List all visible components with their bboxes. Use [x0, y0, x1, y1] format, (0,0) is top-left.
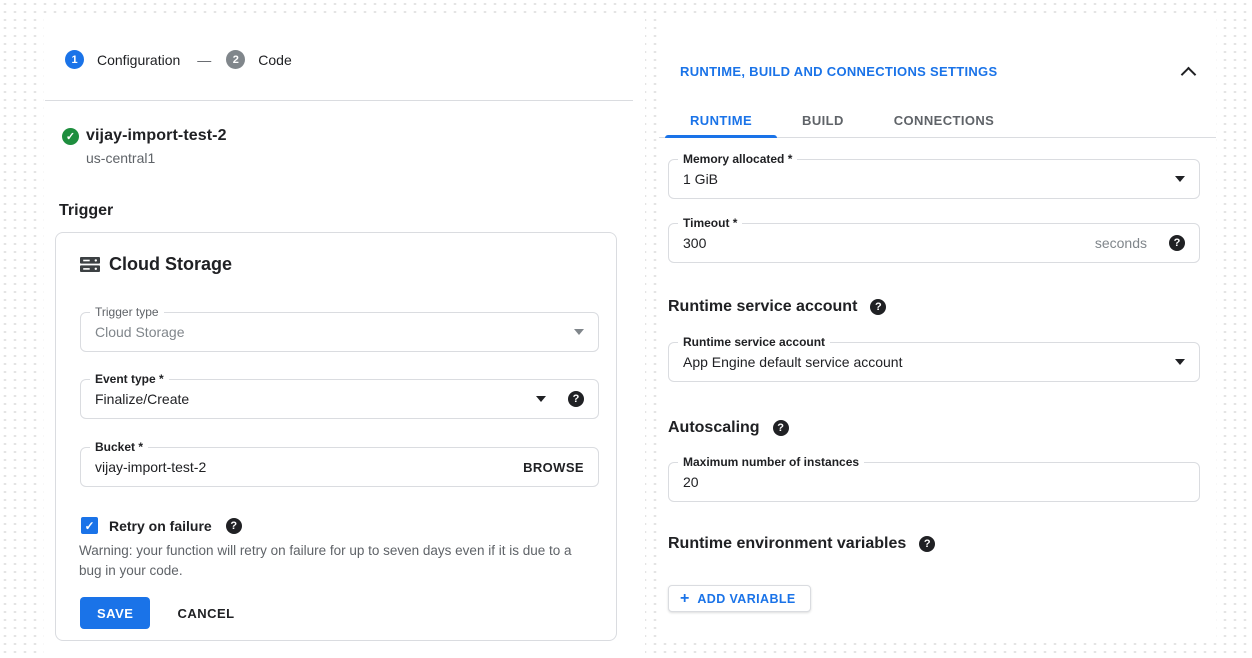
env-vars-heading: Runtime environment variables — [668, 535, 906, 553]
save-button[interactable]: SAVE — [80, 597, 150, 629]
trigger-type-select[interactable]: Trigger type Cloud Storage — [80, 312, 599, 352]
bucket-value: vijay-import-test-2 — [95, 459, 523, 475]
max-instances-input[interactable]: Maximum number of instances 20 — [668, 462, 1200, 502]
retry-label: Retry on failure — [109, 518, 212, 534]
timeout-help-icon[interactable]: ? — [1169, 235, 1185, 251]
runtime-settings-panel: RUNTIME, BUILD AND CONNECTIONS SETTINGS … — [659, 13, 1216, 640]
function-identity: ✓ vijay-import-test-2 — [62, 127, 227, 145]
stepper-step-configuration[interactable]: 1 Configuration — [65, 50, 180, 69]
chevron-up-icon[interactable] — [1181, 67, 1197, 83]
stepper-separator: — — [197, 52, 211, 68]
step-2-label: Code — [258, 52, 291, 68]
bucket-input[interactable]: Bucket * vijay-import-test-2 BROWSE — [80, 447, 599, 487]
settings-tabs: RUNTIME BUILD CONNECTIONS — [659, 105, 1216, 138]
env-vars-section: Runtime environment variables ? — [668, 535, 935, 553]
retry-warning-text: Warning: your function will retry on fai… — [79, 541, 591, 581]
runtime-service-account-section: Runtime service account ? — [668, 298, 886, 316]
runtime-service-account-value: App Engine default service account — [683, 354, 1165, 370]
add-variable-label: ADD VARIABLE — [697, 592, 795, 606]
runtime-service-account-select[interactable]: Runtime service account App Engine defau… — [668, 342, 1200, 382]
runtime-service-account-heading: Runtime service account — [668, 298, 857, 316]
browse-button[interactable]: BROWSE — [523, 460, 584, 475]
max-instances-value: 20 — [683, 474, 1185, 490]
trigger-card-title: Cloud Storage — [80, 254, 232, 275]
tab-connections[interactable]: CONNECTIONS — [869, 105, 1019, 137]
success-check-icon: ✓ — [62, 128, 79, 145]
cloud-storage-icon — [80, 256, 100, 273]
timeout-suffix: seconds — [1095, 235, 1147, 251]
retry-on-failure-row: ✓ Retry on failure ? — [81, 517, 242, 534]
dropdown-caret-icon — [574, 329, 584, 335]
trigger-section-title: Trigger — [59, 202, 113, 220]
step-1-label: Configuration — [97, 52, 180, 68]
retry-checkbox[interactable]: ✓ — [81, 517, 98, 534]
plus-icon: + — [680, 591, 689, 607]
autoscaling-help-icon[interactable]: ? — [773, 420, 789, 436]
env-vars-help-icon[interactable]: ? — [919, 536, 935, 552]
event-type-label: Event type * — [90, 372, 169, 386]
trigger-card: Cloud Storage Trigger type Cloud Storage… — [55, 232, 617, 641]
settings-expander-header[interactable]: RUNTIME, BUILD AND CONNECTIONS SETTINGS — [680, 64, 997, 79]
step-2-circle: 2 — [226, 50, 245, 69]
trigger-type-label: Trigger type — [90, 305, 164, 319]
event-type-value: Finalize/Create — [95, 391, 526, 407]
dropdown-caret-icon — [536, 396, 546, 402]
function-name: vijay-import-test-2 — [86, 127, 227, 145]
event-type-select[interactable]: Event type * Finalize/Create ? — [80, 379, 599, 419]
step-1-circle: 1 — [65, 50, 84, 69]
tab-build[interactable]: BUILD — [777, 105, 869, 137]
cancel-button[interactable]: CANCEL — [177, 606, 234, 621]
timeout-value: 300 — [683, 235, 1085, 251]
function-config-panel: 1 Configuration — 2 Code ✓ vijay-import-… — [44, 13, 645, 658]
page-canvas: 1 Configuration — 2 Code ✓ vijay-import-… — [0, 0, 1252, 658]
dropdown-caret-icon — [1175, 359, 1185, 365]
timeout-label: Timeout * — [678, 216, 742, 230]
add-variable-button[interactable]: + ADD VARIABLE — [668, 585, 811, 612]
stepper-step-code[interactable]: 2 Code — [226, 50, 291, 69]
autoscaling-heading: Autoscaling — [668, 419, 760, 437]
bucket-label: Bucket * — [90, 440, 148, 454]
stepper: 1 Configuration — 2 Code — [65, 50, 292, 69]
stepper-divider — [45, 100, 633, 101]
trigger-type-value: Cloud Storage — [95, 324, 564, 340]
tab-runtime[interactable]: RUNTIME — [665, 105, 777, 137]
trigger-card-title-text: Cloud Storage — [109, 254, 232, 275]
max-instances-label: Maximum number of instances — [678, 455, 864, 469]
timeout-input[interactable]: Timeout * 300 seconds ? — [668, 223, 1200, 263]
runtime-service-account-help-icon[interactable]: ? — [870, 299, 886, 315]
form-actions: SAVE CANCEL — [80, 597, 235, 629]
retry-help-icon[interactable]: ? — [226, 518, 242, 534]
event-type-help-icon[interactable]: ? — [568, 391, 584, 407]
memory-allocated-value: 1 GiB — [683, 171, 1165, 187]
autoscaling-section: Autoscaling ? — [668, 419, 789, 437]
dropdown-caret-icon — [1175, 176, 1185, 182]
runtime-service-account-label: Runtime service account — [678, 335, 830, 349]
function-region: us-central1 — [86, 150, 155, 166]
memory-allocated-label: Memory allocated * — [678, 152, 797, 166]
memory-allocated-select[interactable]: Memory allocated * 1 GiB — [668, 159, 1200, 199]
